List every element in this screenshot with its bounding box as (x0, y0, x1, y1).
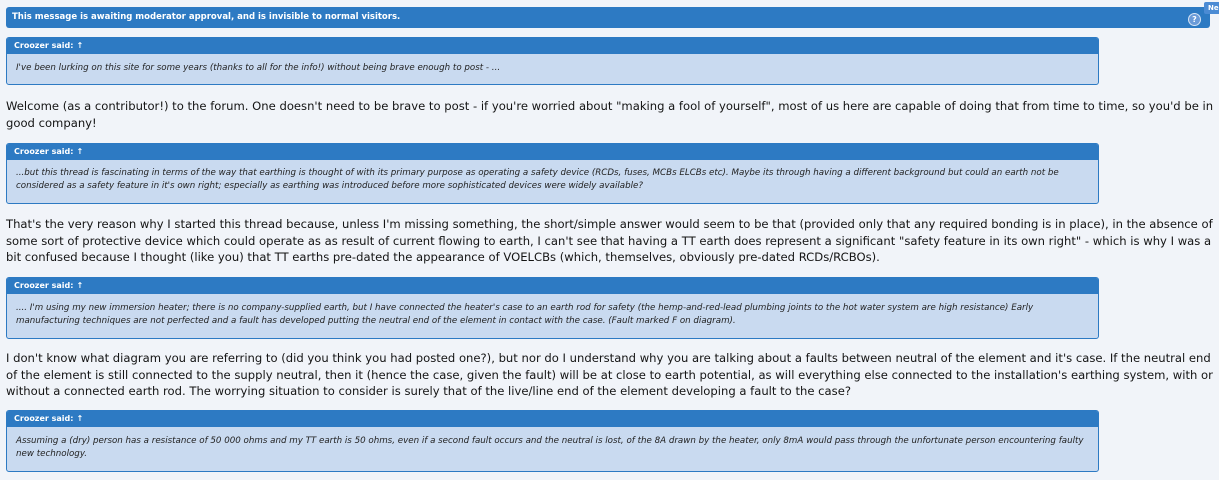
quote-block: Croozer said: ↑ .... I'm using my new imm… (6, 277, 1099, 339)
moderation-notice: This message is awaiting moderator appro… (6, 7, 1210, 28)
reply-paragraph: Welcome (as a contributor!) to the forum… (6, 99, 1214, 130)
quote-block: Croozer said: ↑ Assuming a (dry) person h… (6, 410, 1099, 472)
reply-paragraph: That's the very reason why I started thi… (6, 217, 1213, 264)
quote-text: Assuming a (dry) person has a resistance… (16, 436, 1084, 459)
quote-text: ...but this thread is fascinating in ter… (16, 168, 1059, 191)
quote-header: Croozer said: ↑ (7, 411, 1098, 427)
quote-header: Croozer said: ↑ (7, 38, 1098, 54)
quote-text: .... I'm using my new immersion heater; … (16, 303, 1034, 326)
jump-to-quote-icon[interactable]: ↑ (76, 281, 83, 290)
quote-text: I've been lurking on this site for some … (16, 63, 501, 73)
moderation-notice-text: This message is awaiting moderator appro… (12, 12, 401, 22)
quote-block: Croozer said: ↑ ...but this thread is fas… (6, 143, 1099, 204)
quote-header: Croozer said: ↑ (7, 144, 1098, 160)
quote-author-link[interactable]: Croozer said: (14, 41, 73, 50)
quote-author-link[interactable]: Croozer said: (14, 281, 73, 290)
reply-paragraph: I don't know what diagram you are referr… (6, 351, 1213, 398)
quote-author-link[interactable]: Croozer said: (14, 147, 73, 156)
quote-block: Croozer said: ↑ I've been lurking on this… (6, 37, 1099, 85)
quote-author-link[interactable]: Croozer said: (14, 414, 73, 423)
jump-to-quote-icon[interactable]: ↑ (76, 41, 83, 50)
jump-to-quote-icon[interactable]: ↑ (76, 414, 83, 423)
quote-header: Croozer said: ↑ (7, 278, 1098, 294)
help-icon[interactable]: ? (1188, 13, 1201, 26)
forum-thread-page: This message is awaiting moderator appro… (0, 0, 1219, 480)
jump-to-quote-icon[interactable]: ↑ (76, 147, 83, 156)
corner-badge[interactable]: Ne (1204, 2, 1219, 14)
